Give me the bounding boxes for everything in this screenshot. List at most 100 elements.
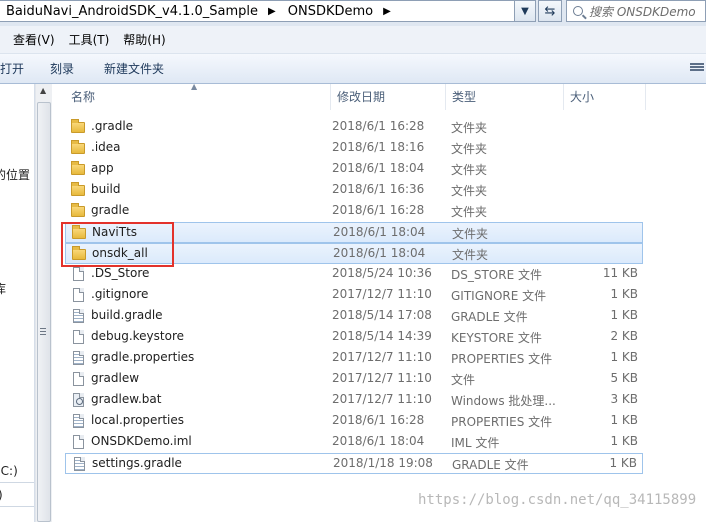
file-name: .idea bbox=[91, 140, 121, 154]
burn-button[interactable]: 刻录 bbox=[42, 57, 82, 80]
file-name: build.gradle bbox=[91, 308, 163, 322]
file-row[interactable]: debug.keystore 2018/5/14 14:39 KEYSTORE 文件… bbox=[65, 327, 643, 348]
chevron-down-icon[interactable]: ▼ bbox=[514, 0, 536, 22]
search-input[interactable]: 搜索 ONSDKDemo bbox=[566, 0, 706, 22]
file-type: GRADLE 文件 bbox=[451, 310, 528, 324]
nav-divider bbox=[0, 506, 34, 507]
file-date: 2018/6/1 16:28 bbox=[332, 413, 425, 427]
column-header-date[interactable]: 修改日期 bbox=[331, 84, 446, 110]
menu-bar: 查看(V) 工具(T) 帮助(H) bbox=[0, 26, 706, 54]
file-name: gradle.properties bbox=[91, 350, 195, 364]
menu-help[interactable]: 帮助(H) bbox=[116, 29, 172, 50]
file-row[interactable]: build 2018/6/1 16:36 文件夹 bbox=[65, 180, 643, 201]
navigation-pane: 的位置 库 (C:) ) bbox=[0, 84, 35, 522]
menu-tools[interactable]: 工具(T) bbox=[62, 29, 117, 50]
nav-scrollbar[interactable]: ▲ bbox=[35, 84, 52, 522]
folder-icon bbox=[71, 161, 85, 176]
file-type: 文件夹 bbox=[452, 248, 489, 262]
breadcrumb-chevron-icon[interactable]: ▶ bbox=[377, 6, 397, 17]
file-size: 3 KB bbox=[610, 392, 638, 406]
text-file-icon bbox=[71, 309, 85, 323]
file-name: gradlew bbox=[91, 371, 140, 385]
nav-item-libraries[interactable]: 库 bbox=[0, 280, 6, 297]
file-row[interactable]: gradle 2018/6/1 16:28 文件夹 bbox=[65, 201, 643, 222]
file-date: 2018/1/18 19:08 bbox=[333, 456, 433, 470]
file-row[interactable]: app 2018/6/1 18:04 文件夹 bbox=[65, 159, 643, 180]
file-size: 11 KB bbox=[602, 266, 638, 280]
scrollbar-thumb[interactable] bbox=[37, 102, 51, 522]
file-size: 1 KB bbox=[610, 434, 638, 448]
file-type: DS_STORE 文件 bbox=[451, 268, 542, 282]
file-name: .gradle bbox=[91, 119, 134, 133]
watermark: https://blog.csdn.net/qq_34115899 bbox=[418, 492, 697, 508]
address-bar[interactable]: BaiduNavi_AndroidSDK_v4.1.0_Sample ▶ ONS… bbox=[0, 0, 536, 22]
file-date: 2017/12/7 11:10 bbox=[332, 350, 432, 364]
file-icon bbox=[71, 288, 85, 302]
file-name: ONSDKDemo.iml bbox=[91, 434, 192, 448]
file-icon bbox=[71, 372, 85, 386]
file-size: 1 KB bbox=[610, 287, 638, 301]
file-row[interactable]: ONSDKDemo.iml 2018/6/1 18:04 IML 文件 1 KB bbox=[65, 432, 643, 453]
file-size: 1 KB bbox=[609, 456, 637, 470]
file-row[interactable]: local.properties 2018/6/1 16:28 PROPERTIES… bbox=[65, 411, 643, 432]
address-bar-row: BaiduNavi_AndroidSDK_v4.1.0_Sample ▶ ONS… bbox=[0, 0, 706, 26]
file-row[interactable]: .gitignore 2017/12/7 11:10 GITIGNORE 文件 1 K… bbox=[65, 285, 643, 306]
file-name: gradle bbox=[91, 203, 130, 217]
refresh-icon[interactable]: ⇆ bbox=[538, 0, 562, 22]
file-name: app bbox=[91, 161, 114, 175]
file-type: 文件夹 bbox=[451, 121, 488, 135]
file-row[interactable]: build.gradle 2018/5/14 17:08 GRADLE 文件 1 KB bbox=[65, 306, 643, 327]
file-date: 2017/12/7 11:10 bbox=[332, 371, 432, 385]
menu-view[interactable]: 查看(V) bbox=[6, 29, 62, 50]
scroll-up-icon[interactable]: ▲ bbox=[40, 86, 46, 95]
file-icon bbox=[71, 267, 85, 281]
scroll-grip-icon bbox=[40, 328, 46, 337]
view-options-icon[interactable] bbox=[690, 62, 704, 74]
file-date: 2017/12/7 11:10 bbox=[332, 287, 432, 301]
file-date: 2018/6/1 18:04 bbox=[332, 161, 425, 175]
folder-icon bbox=[71, 182, 85, 197]
file-type: 文件夹 bbox=[451, 142, 488, 156]
file-date: 2018/6/1 16:36 bbox=[332, 182, 425, 196]
text-file-icon bbox=[71, 414, 85, 428]
file-row[interactable]: .idea 2018/6/1 18:16 文件夹 bbox=[65, 138, 643, 159]
file-type: 文件 bbox=[451, 373, 476, 387]
breadcrumb-item[interactable]: ONSDKDemo bbox=[282, 4, 377, 19]
breadcrumb-item[interactable]: BaiduNavi_AndroidSDK_v4.1.0_Sample bbox=[0, 4, 262, 19]
file-date: 2017/12/7 11:10 bbox=[332, 392, 432, 406]
file-type: PROPERTIES 文件 bbox=[451, 415, 553, 429]
file-size: 1 KB bbox=[610, 308, 638, 322]
text-file-icon bbox=[71, 351, 85, 365]
search-placeholder: 搜索 ONSDKDemo bbox=[589, 4, 696, 19]
file-type: GITIGNORE 文件 bbox=[451, 289, 547, 303]
column-header-name[interactable]: 名称 bbox=[65, 84, 331, 110]
file-date: 2018/6/1 18:04 bbox=[333, 225, 426, 239]
search-icon bbox=[573, 6, 583, 16]
file-row[interactable]: .gradle 2018/6/1 16:28 文件夹 bbox=[65, 117, 643, 138]
file-row[interactable]: gradlew 2017/12/7 11:10 文件 5 KB bbox=[65, 369, 643, 390]
file-name: local.properties bbox=[91, 413, 185, 427]
file-row[interactable]: .DS_Store 2018/5/24 10:36 DS_STORE 文件 11 KB bbox=[65, 264, 643, 285]
file-row[interactable]: settings.gradle 2018/1/18 19:08 GRADLE 文件 1… bbox=[65, 453, 643, 474]
nav-item-drive-c[interactable]: (C:) bbox=[0, 464, 18, 478]
new-folder-button[interactable]: 新建文件夹 bbox=[96, 57, 172, 80]
file-name: .gitignore bbox=[91, 287, 149, 301]
column-header-type[interactable]: 类型 bbox=[446, 84, 564, 110]
nav-item-drive[interactable]: ) bbox=[0, 488, 3, 502]
column-headers: ▲ 名称 修改日期 类型 大小 bbox=[53, 82, 706, 110]
file-type: KEYSTORE 文件 bbox=[451, 331, 542, 345]
command-toolbar: 打开 刻录 新建文件夹 bbox=[0, 54, 706, 84]
folder-icon bbox=[71, 119, 85, 134]
nav-item-recent-places[interactable]: 的位置 bbox=[0, 166, 30, 183]
open-button[interactable]: 打开 bbox=[0, 57, 32, 80]
breadcrumb-chevron-icon[interactable]: ▶ bbox=[262, 6, 282, 17]
file-name: gradlew.bat bbox=[91, 392, 162, 406]
text-file-icon bbox=[72, 457, 86, 471]
file-row[interactable]: gradle.properties 2017/12/7 11:10 PROPERTI… bbox=[65, 348, 643, 369]
file-type: 文件夹 bbox=[452, 227, 489, 241]
column-header-size[interactable]: 大小 bbox=[564, 84, 646, 110]
file-type: IML 文件 bbox=[451, 436, 500, 450]
file-name: build bbox=[91, 182, 121, 196]
file-date: 2018/6/1 18:04 bbox=[333, 246, 426, 260]
file-row[interactable]: gradlew.bat 2017/12/7 11:10 Windows 批处理...… bbox=[65, 390, 643, 411]
